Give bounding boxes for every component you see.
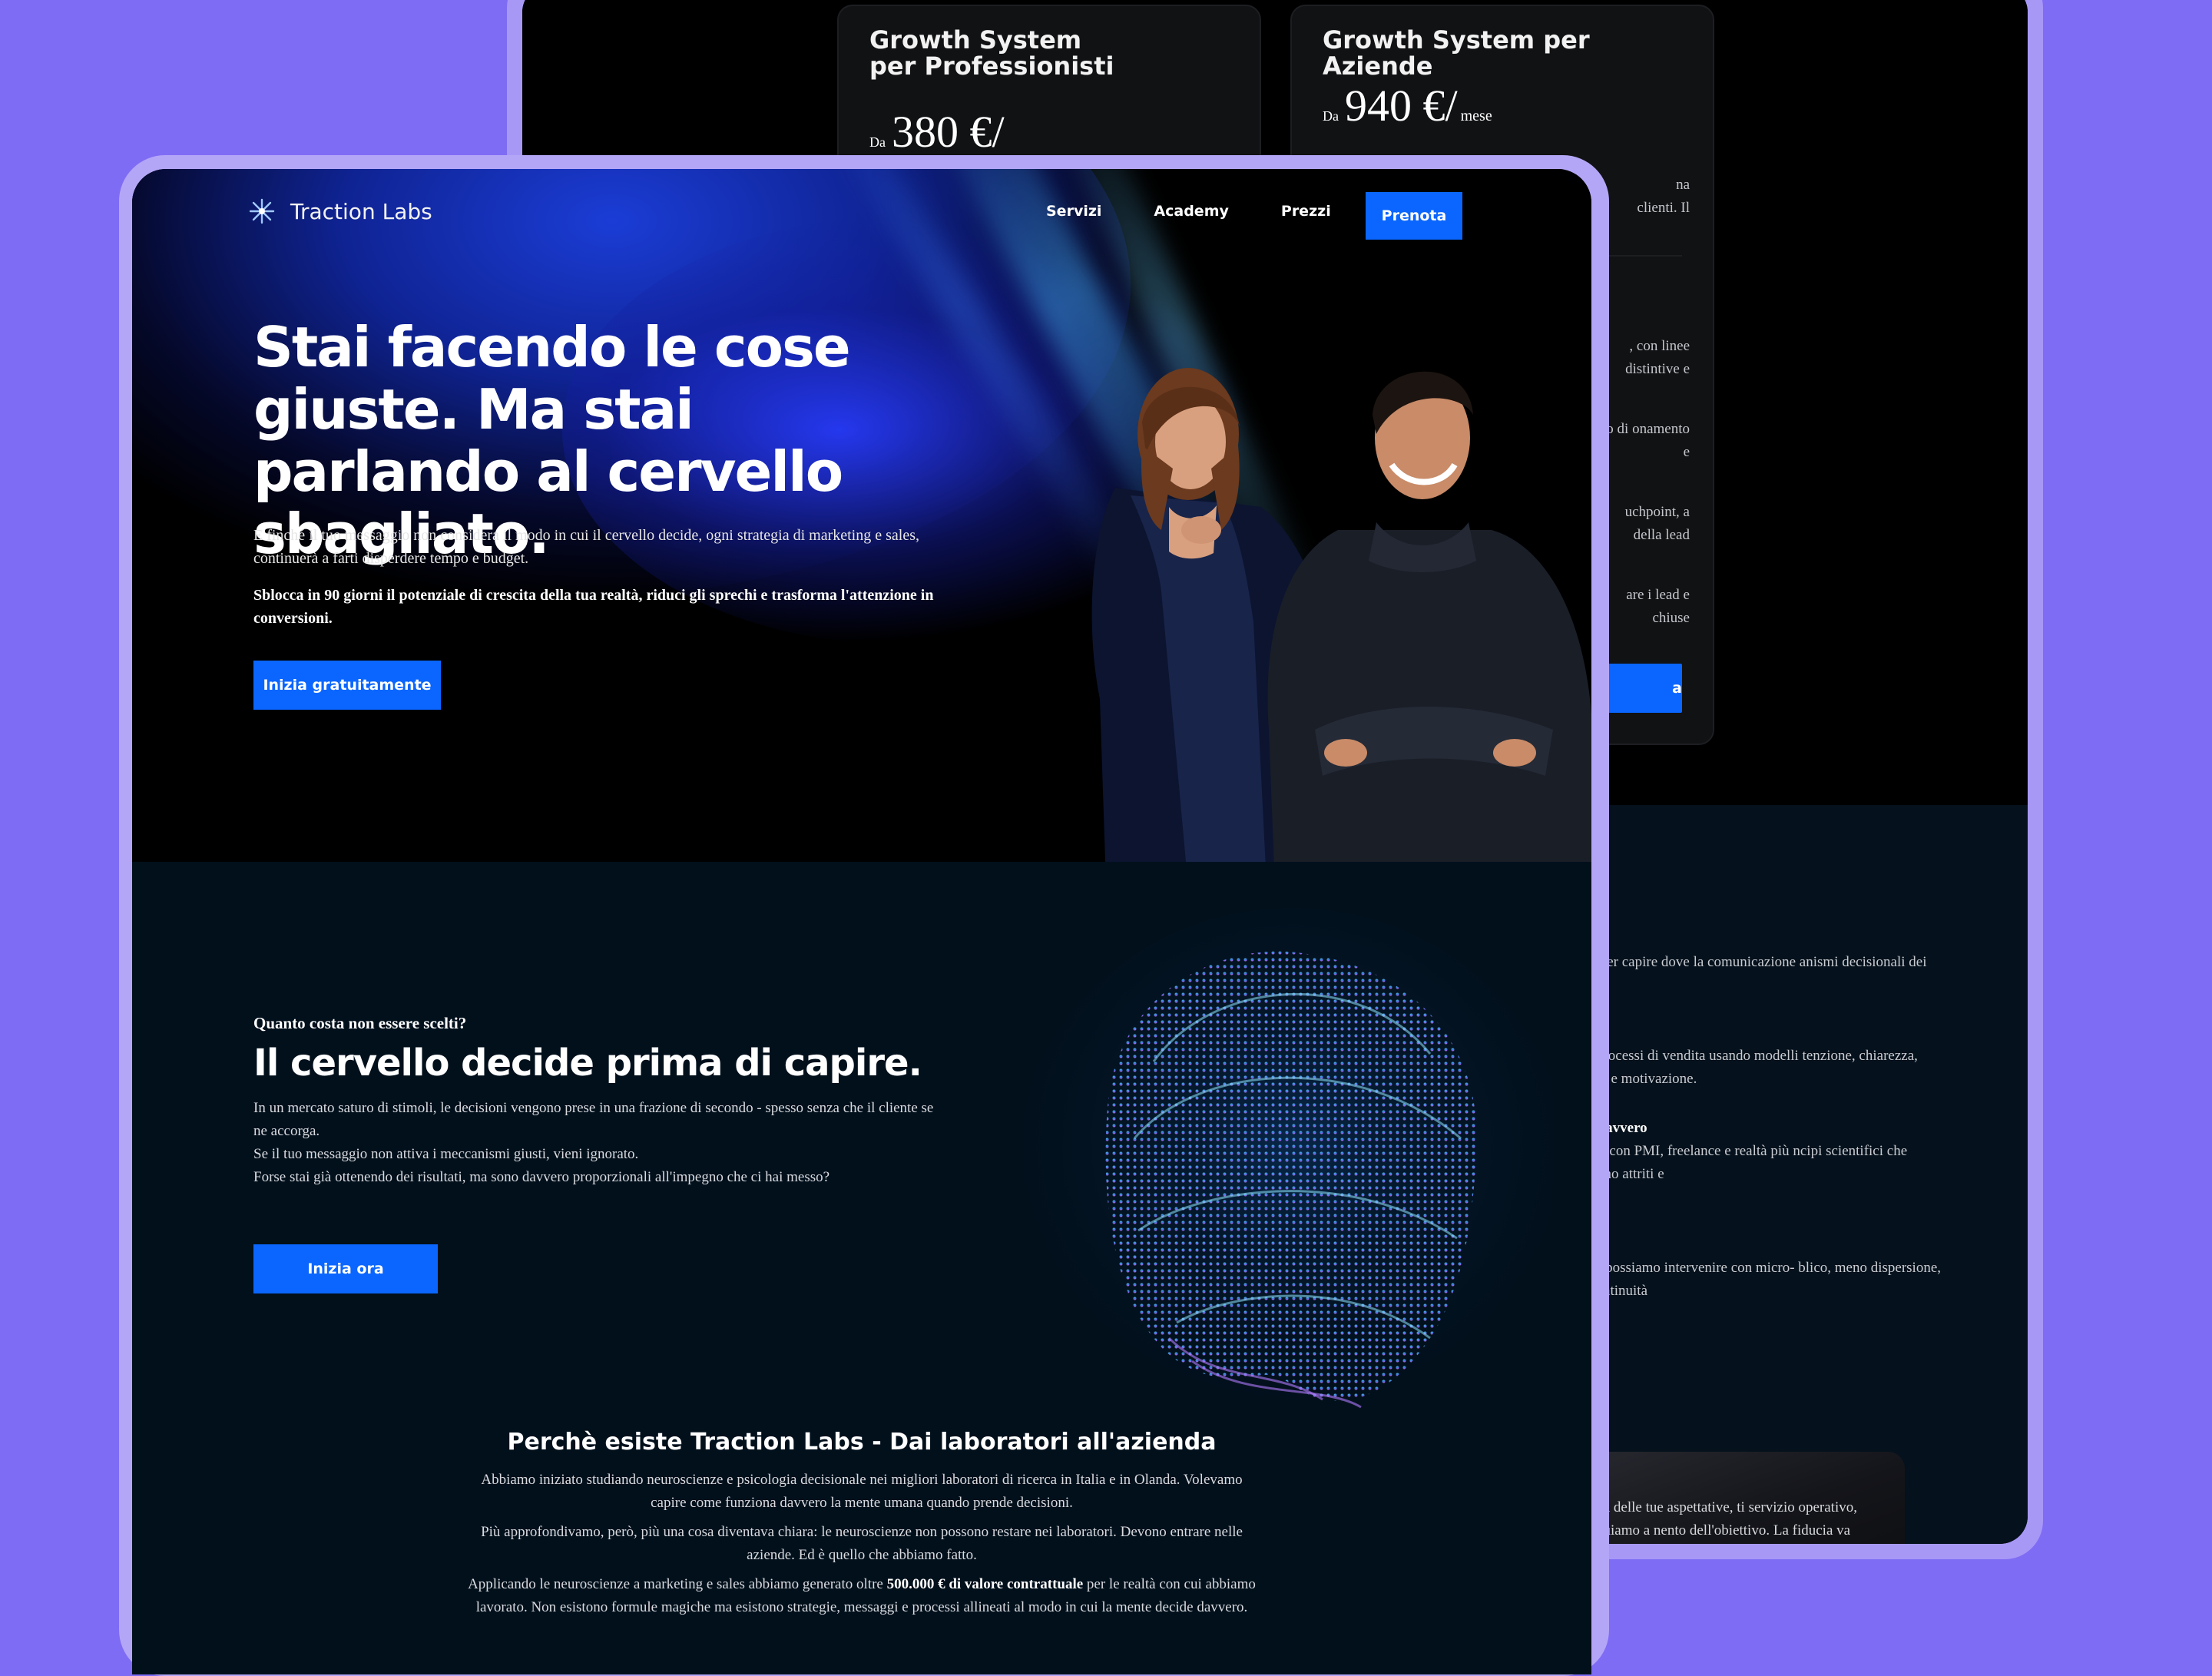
why-paragraph: Applicando le neuroscienze a marketing e… [462,1573,1261,1619]
method-item-heading: ale [1567,928,1951,951]
hero-section: Traction Labs Servizi Academy Prezzi Pre… [132,169,1591,862]
method-item-text: i, così possiamo intervenire con micro- … [1567,1260,1942,1299]
nav-link-servizi[interactable]: Servizi [1046,203,1101,220]
method-item-heading: i dati [1567,1234,1951,1257]
method-item: iona davvero alidate con PMI, freelance … [1567,1117,1951,1186]
price-value: 940 €/ [1345,81,1458,131]
prenota-button[interactable]: Prenota [1366,192,1462,240]
method-item-text: zioni per capire dove la comunicazione a… [1567,954,1927,993]
founders-photo [1091,368,1591,862]
card-fragment: clienti. Il [1637,200,1690,216]
testimonial-text: 'altezza delle tue aspettative, ti servi… [1567,1499,1857,1539]
brain-body: In un mercato saturo di stimoli, le deci… [253,1097,945,1189]
card-feature: are i lead e chiuse [1626,587,1690,626]
start-free-button[interactable]: Inizia gratuitamente [253,661,441,710]
price-value: 380 €/ [892,107,1005,157]
why-paragraph: Abbiamo iniziato studiando neuroscienze … [481,1472,1243,1511]
method-item-heading: iona davvero [1567,1120,1647,1136]
hero-subtitle: E finché il tuo messaggio non considera … [253,527,919,567]
brain-body-line: Forse stai già ottenendo dei risultati, … [253,1169,830,1185]
pricing-card-price: Da 940 €/mese [1323,80,1492,131]
why-text: Applicando le neuroscienze a marketing e… [468,1576,883,1592]
card-feature: uchpoint, a della lead [1624,504,1690,543]
hero-highlight: Sblocca in 90 giorni il potenziale di cr… [253,587,934,627]
method-item-heading: ntifici [1567,1022,1951,1045]
brain-title: Il cervello decide prima di capire. [253,1042,922,1085]
brain-body-line: In un mercato saturo di stimoli, le deci… [253,1100,934,1139]
price-prefix: Da [869,134,886,150]
pricing-card-price: Da 380 €/ [869,106,1005,157]
brain-kicker: Quanto costa non essere scelti? [253,1014,467,1032]
front-window: Traction Labs Servizi Academy Prezzi Pre… [132,169,1591,1674]
card-fragment: na [1676,177,1690,193]
card-feature: no di onamento e [1598,421,1690,460]
brand-logo[interactable]: Traction Labs [249,198,432,224]
method-item: ntifici rte e processi di vendita usando… [1567,1022,1951,1091]
card-feature: , con linee distintive e [1625,338,1690,377]
why-emphasis: 500.000 € di valore contrattuale [886,1576,1084,1592]
spark-icon [249,198,275,224]
nav-link-prezzi[interactable]: Prezzi [1281,203,1331,220]
pricing-card-title: Growth System per Professionisti [869,25,1114,81]
brand-name: Traction Labs [290,198,432,224]
why-title: Perchè esiste Traction Labs - Dai labora… [507,1429,1217,1456]
price-period: mese [1460,108,1492,124]
brain-section: Quanto costa non essere scelti? Il cerve… [132,862,1591,1674]
brain-body-line: Se il tuo messaggio non attiva i meccani… [253,1146,639,1162]
price-prefix: Da [1323,108,1339,124]
method-item-text: rte e processi di vendita usando modelli… [1567,1048,1918,1087]
main-nav: Servizi Academy Prezzi [1046,203,1331,220]
pricing-card-title: Growth System per Aziende [1323,25,1590,81]
brain-wireframe-graphic [1015,908,1553,1430]
method-item: ale zioni per capire dove la comunicazio… [1567,928,1951,997]
start-now-button[interactable]: Inizia ora [253,1244,438,1293]
method-item: i dati i, così possiamo intervenire con … [1567,1234,1951,1303]
nav-link-academy[interactable]: Academy [1154,203,1228,220]
method-item-text: alidate con PMI, freelance e realtà più … [1567,1143,1908,1182]
why-paragraph: Più approfondivamo, però, più una cosa d… [481,1524,1243,1563]
